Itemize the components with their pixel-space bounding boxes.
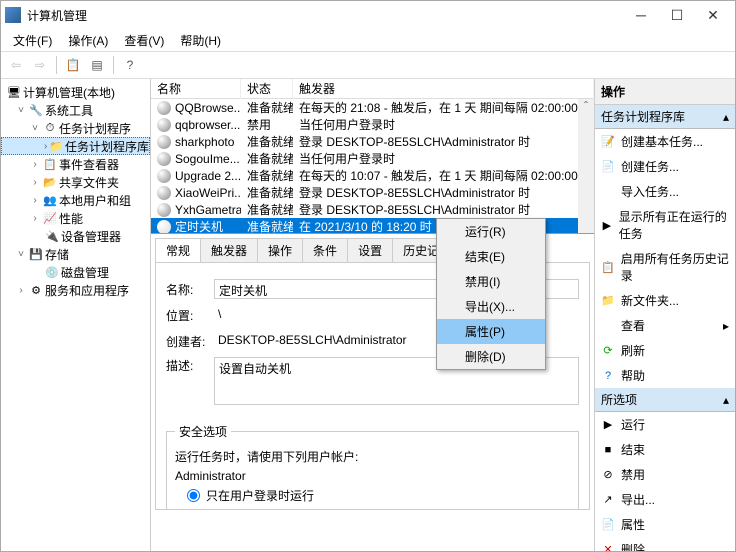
window-title: 计算机管理 [27, 7, 623, 24]
menu-action[interactable]: 操作(A) [60, 30, 116, 51]
toolbar: ⇦ ⇨ 📋 ▤ ? [1, 51, 735, 79]
table-row[interactable]: QQBrowse...准备就绪在每天的 21:08 - 触发后，在 1 天 期间… [151, 99, 594, 116]
name-label: 名称: [166, 281, 214, 298]
location-label: 位置: [166, 307, 214, 324]
cm-end[interactable]: 结束(E) [437, 244, 545, 269]
action-newfolder[interactable]: 📁新文件夹... [595, 288, 735, 313]
divider [56, 56, 57, 74]
actions-header: 操作 [595, 79, 735, 105]
menu-file[interactable]: 文件(F) [5, 30, 60, 51]
action-end[interactable]: ■结束 [595, 437, 735, 462]
action-props[interactable]: 📄属性 [595, 512, 735, 537]
tab-conditions[interactable]: 条件 [302, 238, 348, 262]
table-row[interactable]: qqbrowser...禁用当任何用户登录时 [151, 116, 594, 133]
table-row[interactable]: sharkphoto准备就绪登录 DESKTOP-8E5SLCH\Adminis… [151, 133, 594, 150]
tree-systemtools[interactable]: ˅🔧系统工具 [1, 101, 150, 119]
back-button[interactable]: ⇦ [5, 54, 27, 76]
up-button[interactable]: 📋 [62, 54, 84, 76]
cm-props[interactable]: 属性(P) [437, 319, 545, 344]
cm-disable[interactable]: 禁用(I) [437, 269, 545, 294]
table-row[interactable]: YxhGametray准备就绪登录 DESKTOP-8E5SLCH\Admini… [151, 201, 594, 218]
menu-view[interactable]: 查看(V) [116, 30, 172, 51]
cm-run[interactable]: 运行(R) [437, 219, 545, 244]
list-button[interactable]: ▤ [86, 54, 108, 76]
tab-general[interactable]: 常规 [155, 238, 201, 262]
action-create[interactable]: 📄创建任务... [595, 154, 735, 179]
forward-button[interactable]: ⇨ [29, 54, 51, 76]
col-status[interactable]: 状态 [241, 79, 293, 99]
col-name[interactable]: 名称 [151, 79, 241, 99]
tab-settings[interactable]: 设置 [347, 238, 393, 262]
cm-export[interactable]: 导出(X)... [437, 294, 545, 319]
action-showrunning[interactable]: ▶显示所有正在运行的任务 [595, 204, 735, 246]
action-delete[interactable]: ✕删除 [595, 537, 735, 551]
close-button[interactable]: ✕ [695, 3, 731, 27]
tab-actions[interactable]: 操作 [257, 238, 303, 262]
task-list: 名称 状态 触发器 QQBrowse...准备就绪在每天的 21:08 - 触发… [151, 79, 594, 234]
runas-value: Administrator [175, 469, 570, 483]
tab-triggers[interactable]: 触发器 [200, 238, 258, 262]
action-disable[interactable]: ⊘禁用 [595, 462, 735, 487]
tree-devmgr[interactable]: 🔌设备管理器 [1, 227, 150, 245]
table-row[interactable]: XiaoWeiPri...准备就绪登录 DESKTOP-8E5SLCH\Admi… [151, 184, 594, 201]
cm-delete[interactable]: 删除(D) [437, 344, 545, 369]
action-run[interactable]: ▶运行 [595, 412, 735, 437]
tree-pane: 🖥计算机管理(本地) ˅🔧系统工具 ˅⏱任务计划程序 ›📁任务计划程序库 ›📋事… [1, 79, 151, 551]
divider [113, 56, 114, 74]
scrollbar[interactable]: ˆ [578, 99, 594, 233]
tree-services[interactable]: ›⚙服务和应用程序 [1, 281, 150, 299]
menubar: 文件(F) 操作(A) 查看(V) 帮助(H) [1, 29, 735, 51]
runas-label: 运行任务时，请使用下列用户帐户: [175, 448, 570, 465]
author-label: 创建者: [166, 333, 214, 350]
action-export[interactable]: ↗导出... [595, 487, 735, 512]
table-header: 名称 状态 触发器 [151, 79, 594, 99]
help-button[interactable]: ? [119, 54, 141, 76]
desc-label: 描述: [166, 357, 214, 374]
action-view[interactable]: 查看▸ [595, 313, 735, 338]
titlebar: 计算机管理 ─ ☐ ✕ [1, 1, 735, 29]
tree-performance[interactable]: ›📈性能 [1, 209, 150, 227]
tree-root[interactable]: 🖥计算机管理(本地) [1, 83, 150, 101]
action-pane: 操作 任务计划程序库▴ 📝创建基本任务... 📄创建任务... 导入任务... … [595, 79, 735, 551]
tree-sharedfolders[interactable]: ›📂共享文件夹 [1, 173, 150, 191]
group-selected: 所选项▴ [595, 388, 735, 412]
tree-diskmgr[interactable]: 💿磁盘管理 [1, 263, 150, 281]
table-row[interactable]: SogouIme...准备就绪当任何用户登录时 [151, 150, 594, 167]
tree-localusers[interactable]: ›👥本地用户和组 [1, 191, 150, 209]
table-row[interactable]: Upgrade 2...准备就绪在每天的 10:07 - 触发后，在 1 天 期… [151, 167, 594, 184]
content: 🖥计算机管理(本地) ˅🔧系统工具 ˅⏱任务计划程序 ›📁任务计划程序库 ›📋事… [1, 79, 735, 551]
minimize-button[interactable]: ─ [623, 3, 659, 27]
action-refresh[interactable]: ⟳刷新 [595, 338, 735, 363]
collapse-icon[interactable]: ▴ [723, 393, 729, 407]
group-tasklib: 任务计划程序库▴ [595, 105, 735, 129]
app-icon [5, 7, 21, 23]
tree-tasklib[interactable]: ›📁任务计划程序库 [1, 137, 150, 155]
action-import[interactable]: 导入任务... [595, 179, 735, 204]
maximize-button[interactable]: ☐ [659, 3, 695, 27]
tree-eventviewer[interactable]: ›📋事件查看器 [1, 155, 150, 173]
tree-storage[interactable]: ˅💾存储 [1, 245, 150, 263]
menu-help[interactable]: 帮助(H) [172, 30, 229, 51]
action-createbasic[interactable]: 📝创建基本任务... [595, 129, 735, 154]
action-enablehistory[interactable]: 📋启用所有任务历史记录 [595, 246, 735, 288]
action-help[interactable]: ?帮助 [595, 363, 735, 388]
security-legend: 安全选项 [175, 423, 231, 440]
security-fieldset: 安全选项 运行任务时，请使用下列用户帐户: Administrator 只在用户… [166, 423, 579, 510]
radio-loggedon-input[interactable] [187, 489, 200, 502]
collapse-icon[interactable]: ▴ [723, 110, 729, 124]
tree-taskscheduler[interactable]: ˅⏱任务计划程序 [1, 119, 150, 137]
radio-loggedon[interactable]: 只在用户登录时运行 [187, 487, 570, 504]
col-trigger[interactable]: 触发器 [293, 79, 594, 99]
context-menu: 运行(R) 结束(E) 禁用(I) 导出(X)... 属性(P) 删除(D) [436, 218, 546, 370]
